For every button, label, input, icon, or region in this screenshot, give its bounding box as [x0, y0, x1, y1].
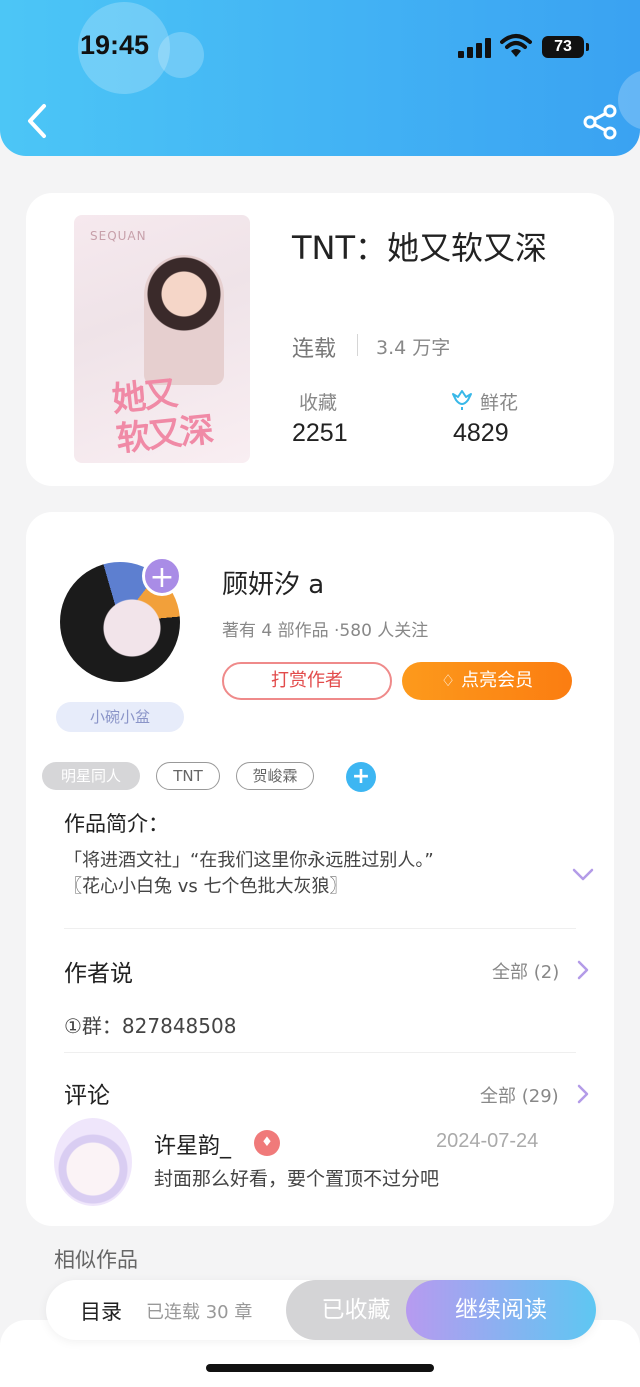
- author-says-all-link[interactable]: 全部 (2): [492, 958, 559, 984]
- decor-bubble: [158, 32, 204, 78]
- flowers-count: 4829: [453, 419, 509, 447]
- signal-icon: [458, 38, 492, 58]
- comments-title: 评论: [64, 1083, 110, 1109]
- author-detail-card: + 小碗小盆 顾妍汐 a 著有 4 部作品 ·580 人关注 打赏作者 ♢ 点亮会…: [26, 512, 614, 1226]
- cover-title: 她又 软又深: [110, 373, 214, 460]
- comments-all-link[interactable]: 全部 (29): [480, 1082, 559, 1108]
- vip-label: 点亮会员: [461, 670, 534, 691]
- chapter-count: 已连载 30 章: [146, 1302, 253, 1323]
- chevron-right-icon[interactable]: [576, 1083, 590, 1105]
- diamond-icon: ♢: [440, 671, 456, 690]
- author-meta: 著有 4 部作品 ·580 人关注: [222, 621, 429, 641]
- similar-works-title: 相似作品: [54, 1248, 138, 1272]
- author-name[interactable]: 顾妍汐 a: [222, 564, 324, 601]
- comment-date: 2024-07-24: [436, 1130, 539, 1152]
- book-cover[interactable]: SEQUAN 她又 软又深: [74, 215, 250, 463]
- tag-chip[interactable]: 明星同人: [42, 762, 140, 790]
- book-title: TNT：她又软又深: [292, 229, 548, 267]
- follow-plus-icon[interactable]: +: [142, 556, 182, 596]
- back-button[interactable]: [20, 102, 54, 140]
- vip-button[interactable]: ♢ 点亮会员: [402, 662, 572, 700]
- share-button[interactable]: [582, 104, 618, 140]
- tag-chip[interactable]: 贺峻霖: [236, 762, 314, 790]
- tip-author-button[interactable]: 打赏作者: [222, 662, 392, 700]
- book-word-count: 3.4 万字: [376, 337, 451, 359]
- section-divider: [64, 928, 576, 929]
- favorites-label: 收藏: [299, 392, 338, 414]
- battery-icon: 73: [542, 36, 589, 58]
- toc-button[interactable]: 目录: [80, 1296, 122, 1326]
- favorites-count: 2251: [292, 419, 348, 447]
- flowers-label: 鲜花: [480, 392, 519, 414]
- intro-line: 〖花心小白兔 vs 七个色批大灰狼〗: [64, 876, 348, 897]
- tag-chip[interactable]: TNT: [156, 762, 220, 790]
- section-divider: [64, 1052, 576, 1053]
- comment-text: 封面那么好看，要个置顶不过分吧: [154, 1168, 440, 1190]
- book-info-card: SEQUAN 她又 软又深 TNT：她又软又深 连载 3.4 万字 收藏 225…: [26, 193, 614, 486]
- book-status: 连载: [292, 337, 337, 362]
- home-indicator: [206, 1364, 434, 1372]
- intro-text: 「将进酒文社」“在我们这里你永远胜过别人。” 〖花心小白兔 vs 七个色批大灰狼…: [64, 848, 564, 900]
- wifi-icon: [500, 34, 532, 57]
- cover-photo: [144, 255, 224, 385]
- divider: [357, 334, 358, 356]
- avatar-frame-tag: 小碗小盆: [56, 702, 184, 732]
- header: 19:45 73: [0, 0, 640, 156]
- add-tag-button[interactable]: +: [346, 762, 376, 792]
- flower-icon: [452, 390, 472, 410]
- vip-badge-icon: ♦: [254, 1130, 280, 1156]
- cover-brand: SEQUAN: [90, 229, 147, 243]
- chevron-down-icon[interactable]: [572, 868, 594, 882]
- commenter-name[interactable]: 许星韵_: [154, 1128, 231, 1160]
- continue-reading-button[interactable]: 继续阅读: [406, 1280, 596, 1340]
- status-time: 19:45: [80, 30, 150, 60]
- decor-bubble: [618, 70, 640, 130]
- commenter-avatar[interactable]: [54, 1118, 132, 1206]
- intro-line: 「将进酒文社」“在我们这里你永远胜过别人。”: [64, 850, 434, 871]
- chevron-right-icon[interactable]: [576, 959, 590, 981]
- intro-title: 作品简介：: [64, 812, 169, 836]
- author-says-title: 作者说: [64, 961, 133, 987]
- author-says-text: ①群：827848508: [64, 1014, 237, 1038]
- bottom-action-bar: 目录 已连载 30 章 已收藏 继续阅读: [46, 1280, 596, 1340]
